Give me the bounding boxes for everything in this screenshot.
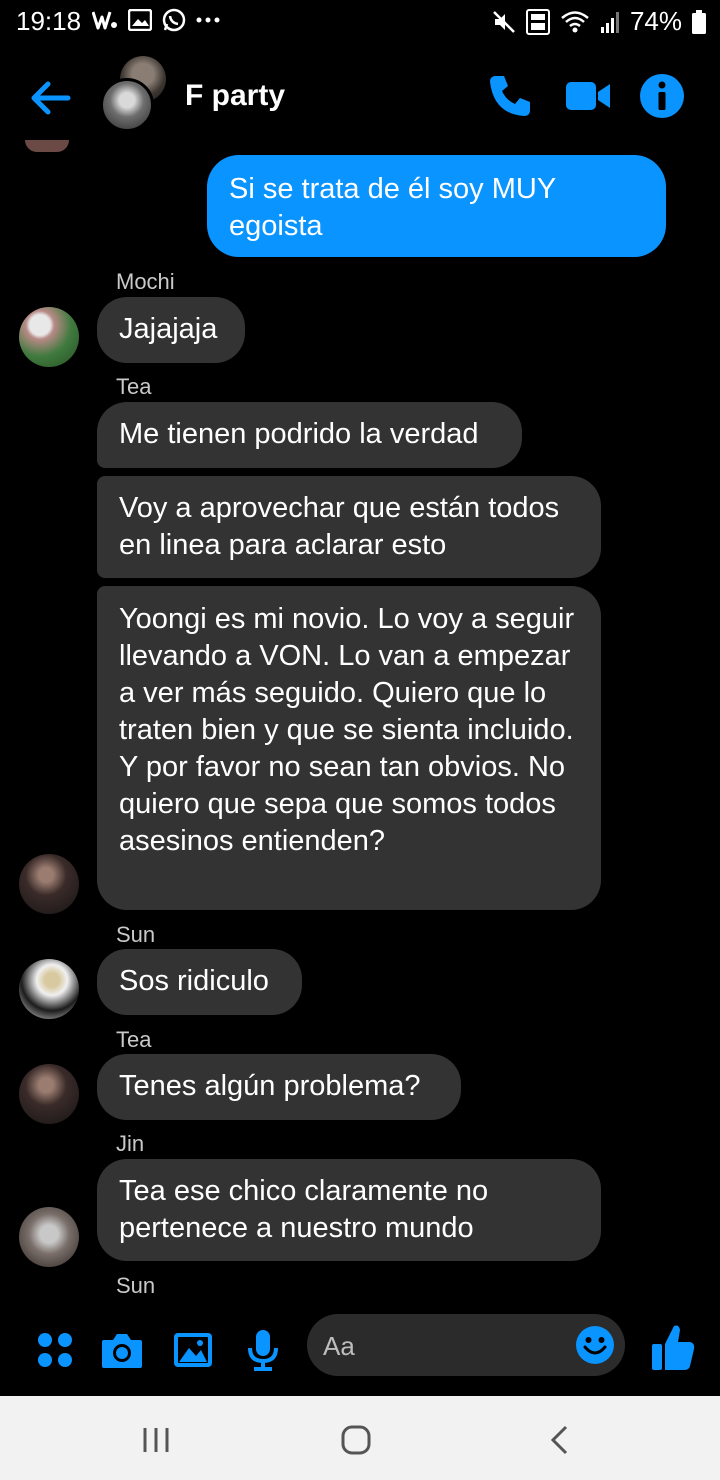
phone-icon[interactable] <box>486 72 534 120</box>
outgoing-message[interactable]: Si se trata de él soy MUY egoista <box>207 155 666 257</box>
camera-icon[interactable] <box>100 1328 144 1372</box>
mute-icon <box>493 10 515 33</box>
chat-header: F party <box>0 52 720 142</box>
incoming-message[interactable]: Jajajaja <box>97 297 245 363</box>
message-input-container[interactable] <box>307 1314 625 1376</box>
apps-icon[interactable] <box>35 1328 79 1372</box>
microphone-icon[interactable] <box>241 1328 285 1372</box>
video-camera-icon[interactable] <box>564 72 612 120</box>
sender-name: Sun <box>116 922 156 947</box>
avatar <box>25 140 69 152</box>
incoming-message[interactable]: Sos ridiculo <box>97 949 302 1015</box>
home-icon[interactable] <box>340 1424 372 1456</box>
avatar[interactable] <box>19 959 79 1019</box>
w-app-icon <box>92 11 117 30</box>
sender-name: Mochi <box>116 269 175 294</box>
status-bar: 19:18 74% <box>0 0 720 44</box>
image-icon[interactable] <box>171 1328 215 1372</box>
sender-name: Tea <box>116 374 152 399</box>
thumbs-up-icon[interactable] <box>650 1322 696 1372</box>
volte-icon <box>525 8 550 35</box>
incoming-message[interactable]: Tea ese chico claramente no pertenece a … <box>97 1159 601 1261</box>
system-nav-bar <box>0 1396 720 1480</box>
signal-icon <box>600 11 619 33</box>
gallery-icon <box>128 9 152 31</box>
incoming-message[interactable]: Tenes algún problema? <box>97 1054 461 1120</box>
sender-name: Sun <box>116 1273 156 1298</box>
incoming-message[interactable]: Voy a aprovechar que están todos en line… <box>97 476 601 578</box>
avatar[interactable] <box>19 1207 79 1267</box>
recent-apps-icon[interactable] <box>140 1424 172 1456</box>
status-time: 19:18 <box>16 6 82 36</box>
back-icon[interactable] <box>544 1424 576 1456</box>
avatar[interactable] <box>19 1064 79 1124</box>
message-input[interactable] <box>321 1322 575 1370</box>
chat-title[interactable]: F party <box>185 79 285 113</box>
info-icon[interactable] <box>638 72 686 120</box>
incoming-message[interactable]: Yoongi es mi novio. Lo voy a seguir llev… <box>97 586 601 910</box>
battery-icon <box>692 9 706 34</box>
more-icon <box>196 17 220 23</box>
wifi-icon <box>561 10 589 32</box>
sender-name: Tea <box>116 1027 152 1052</box>
incoming-message[interactable]: Me tienen podrido la verdad <box>97 402 522 468</box>
avatar[interactable] <box>19 307 79 367</box>
group-avatar-2[interactable] <box>100 78 154 132</box>
composer <box>0 1310 720 1390</box>
sender-name: Jin <box>116 1131 145 1156</box>
whatsapp-icon <box>162 8 186 32</box>
avatar[interactable] <box>19 854 79 914</box>
battery-percent: 74% <box>629 6 682 36</box>
back-arrow-icon[interactable] <box>28 76 72 120</box>
emoji-icon[interactable] <box>575 1325 615 1365</box>
